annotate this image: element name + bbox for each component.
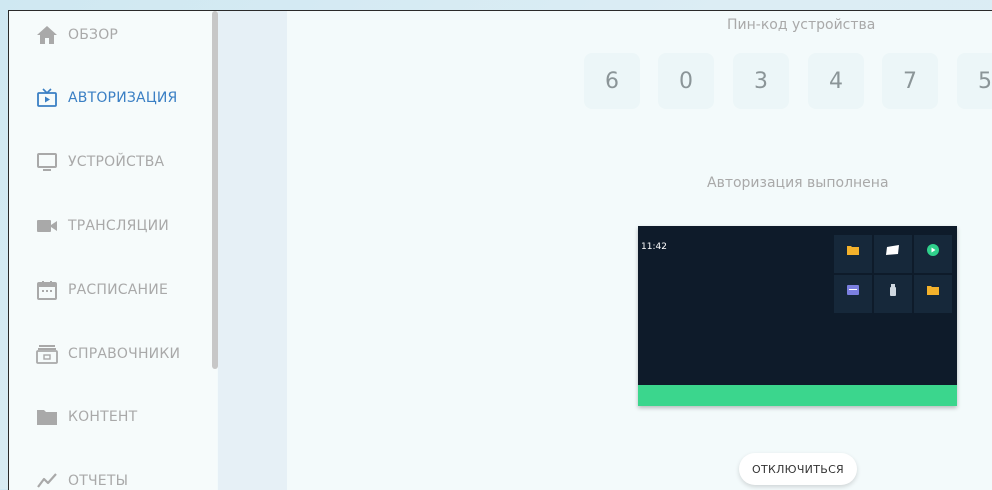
folder-icon bbox=[927, 286, 939, 295]
sidebar-item-label: АВТОРИЗАЦИЯ bbox=[68, 90, 178, 106]
sidebar: ОБЗОР АВТОРИЗАЦИЯ УСТРОЙСТВА ТРАНСЛЯЦИИ … bbox=[9, 11, 217, 490]
device-status-bar bbox=[638, 385, 957, 406]
tv-icon bbox=[35, 86, 59, 110]
sidebar-item-content[interactable]: КОНТЕНТ bbox=[9, 397, 209, 437]
sidebar-item-reports[interactable]: ОТЧЕТЫ bbox=[9, 461, 209, 490]
sidebar-item-overview[interactable]: ОБЗОР bbox=[9, 15, 209, 55]
device-tile bbox=[874, 235, 912, 273]
pin-digit: 6 bbox=[584, 53, 640, 109]
sidebar-item-label: ТРАНСЛЯЦИИ bbox=[68, 218, 169, 234]
usb-icon bbox=[890, 284, 896, 296]
device-screen-preview: 11:42 bbox=[638, 226, 957, 406]
device-tile bbox=[834, 275, 872, 313]
device-tile bbox=[914, 275, 952, 313]
device-tile bbox=[874, 275, 912, 313]
device-tile bbox=[834, 235, 872, 273]
sidebar-item-catalogs[interactable]: СПРАВОЧНИКИ bbox=[9, 334, 209, 374]
pin-digit: 5 bbox=[957, 53, 992, 109]
disconnect-button[interactable]: ОТКЛЮЧИТЬСЯ bbox=[739, 453, 857, 485]
device-tile bbox=[914, 235, 952, 273]
device-clock: 11:42 bbox=[641, 242, 667, 252]
sidebar-item-authorization[interactable]: АВТОРИЗАЦИЯ bbox=[9, 78, 209, 118]
sidebar-item-schedule[interactable]: РАСПИСАНИЕ bbox=[9, 270, 209, 310]
pin-digit: 0 bbox=[658, 53, 714, 109]
card-icon bbox=[847, 285, 859, 295]
sidebar-item-label: ОБЗОР bbox=[68, 27, 119, 43]
sidebar-item-label: СПРАВОЧНИКИ bbox=[68, 346, 181, 362]
catalog-drawer-icon bbox=[35, 342, 59, 366]
sidebar-item-label: РАСПИСАНИЕ bbox=[68, 282, 168, 298]
sidebar-item-label: ОТЧЕТЫ bbox=[68, 473, 129, 489]
chart-line-icon bbox=[35, 469, 59, 490]
main-content: Пин-код устройства 6 0 3 4 7 5 Авторизац… bbox=[287, 11, 992, 490]
monitor-icon bbox=[35, 150, 59, 174]
sidebar-item-devices[interactable]: УСТРОЙСТВА bbox=[9, 142, 209, 182]
folder-icon bbox=[847, 246, 859, 255]
folder-icon bbox=[35, 405, 59, 429]
home-icon bbox=[35, 23, 59, 47]
sidebar-item-label: УСТРОЙСТВА bbox=[68, 154, 165, 170]
video-camera-icon bbox=[35, 214, 59, 238]
sidebar-item-broadcasts[interactable]: ТРАНСЛЯЦИИ bbox=[9, 206, 209, 246]
pin-digit: 3 bbox=[733, 53, 789, 109]
pin-title: Пин-код устройства bbox=[727, 17, 876, 33]
pin-digit: 4 bbox=[808, 53, 864, 109]
play-icon bbox=[927, 244, 939, 256]
side-strip bbox=[218, 11, 287, 490]
pin-digit: 7 bbox=[882, 53, 938, 109]
map-icon bbox=[886, 245, 899, 255]
calendar-icon bbox=[35, 278, 59, 302]
sidebar-item-label: КОНТЕНТ bbox=[68, 409, 138, 425]
app-window: ОБЗОР АВТОРИЗАЦИЯ УСТРОЙСТВА ТРАНСЛЯЦИИ … bbox=[8, 10, 992, 490]
auth-status: Авторизация выполнена bbox=[707, 175, 889, 191]
